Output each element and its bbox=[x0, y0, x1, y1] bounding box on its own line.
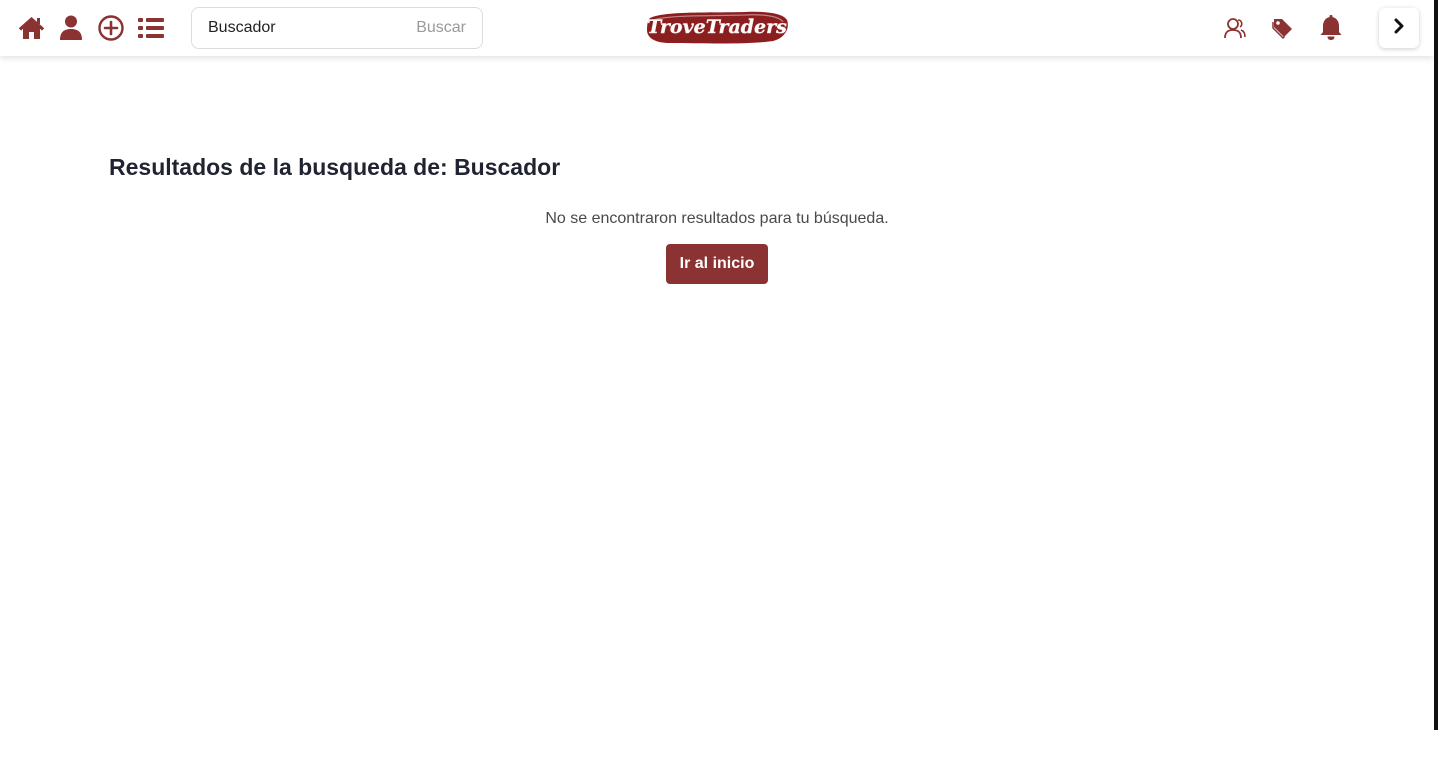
list-icon[interactable] bbox=[137, 14, 165, 42]
sidebar-toggle-button[interactable] bbox=[1379, 8, 1419, 48]
chevron-right-icon bbox=[1393, 18, 1405, 39]
trovetraders-logo[interactable]: TroveTraders bbox=[645, 8, 790, 46]
users-icon[interactable] bbox=[1221, 14, 1249, 42]
search-box: Buscar bbox=[191, 7, 483, 49]
search-input[interactable] bbox=[208, 8, 398, 48]
go-home-button[interactable]: Ir al inicio bbox=[666, 244, 768, 284]
search-button[interactable]: Buscar bbox=[416, 8, 466, 48]
home-icon[interactable] bbox=[17, 14, 45, 42]
svg-text:TroveTraders: TroveTraders bbox=[647, 16, 787, 38]
empty-results-message: No se encontraron resultados para tu bús… bbox=[545, 210, 889, 227]
top-navbar: Buscar TroveTraders bbox=[0, 0, 1434, 56]
tags-icon[interactable] bbox=[1269, 14, 1297, 42]
bell-icon[interactable] bbox=[1317, 14, 1345, 42]
window-edge bbox=[1434, 0, 1438, 730]
page-title: Resultados de la busqueda de: Buscador bbox=[109, 154, 561, 180]
user-icon[interactable] bbox=[57, 14, 85, 42]
plus-circle-icon[interactable] bbox=[97, 14, 125, 42]
